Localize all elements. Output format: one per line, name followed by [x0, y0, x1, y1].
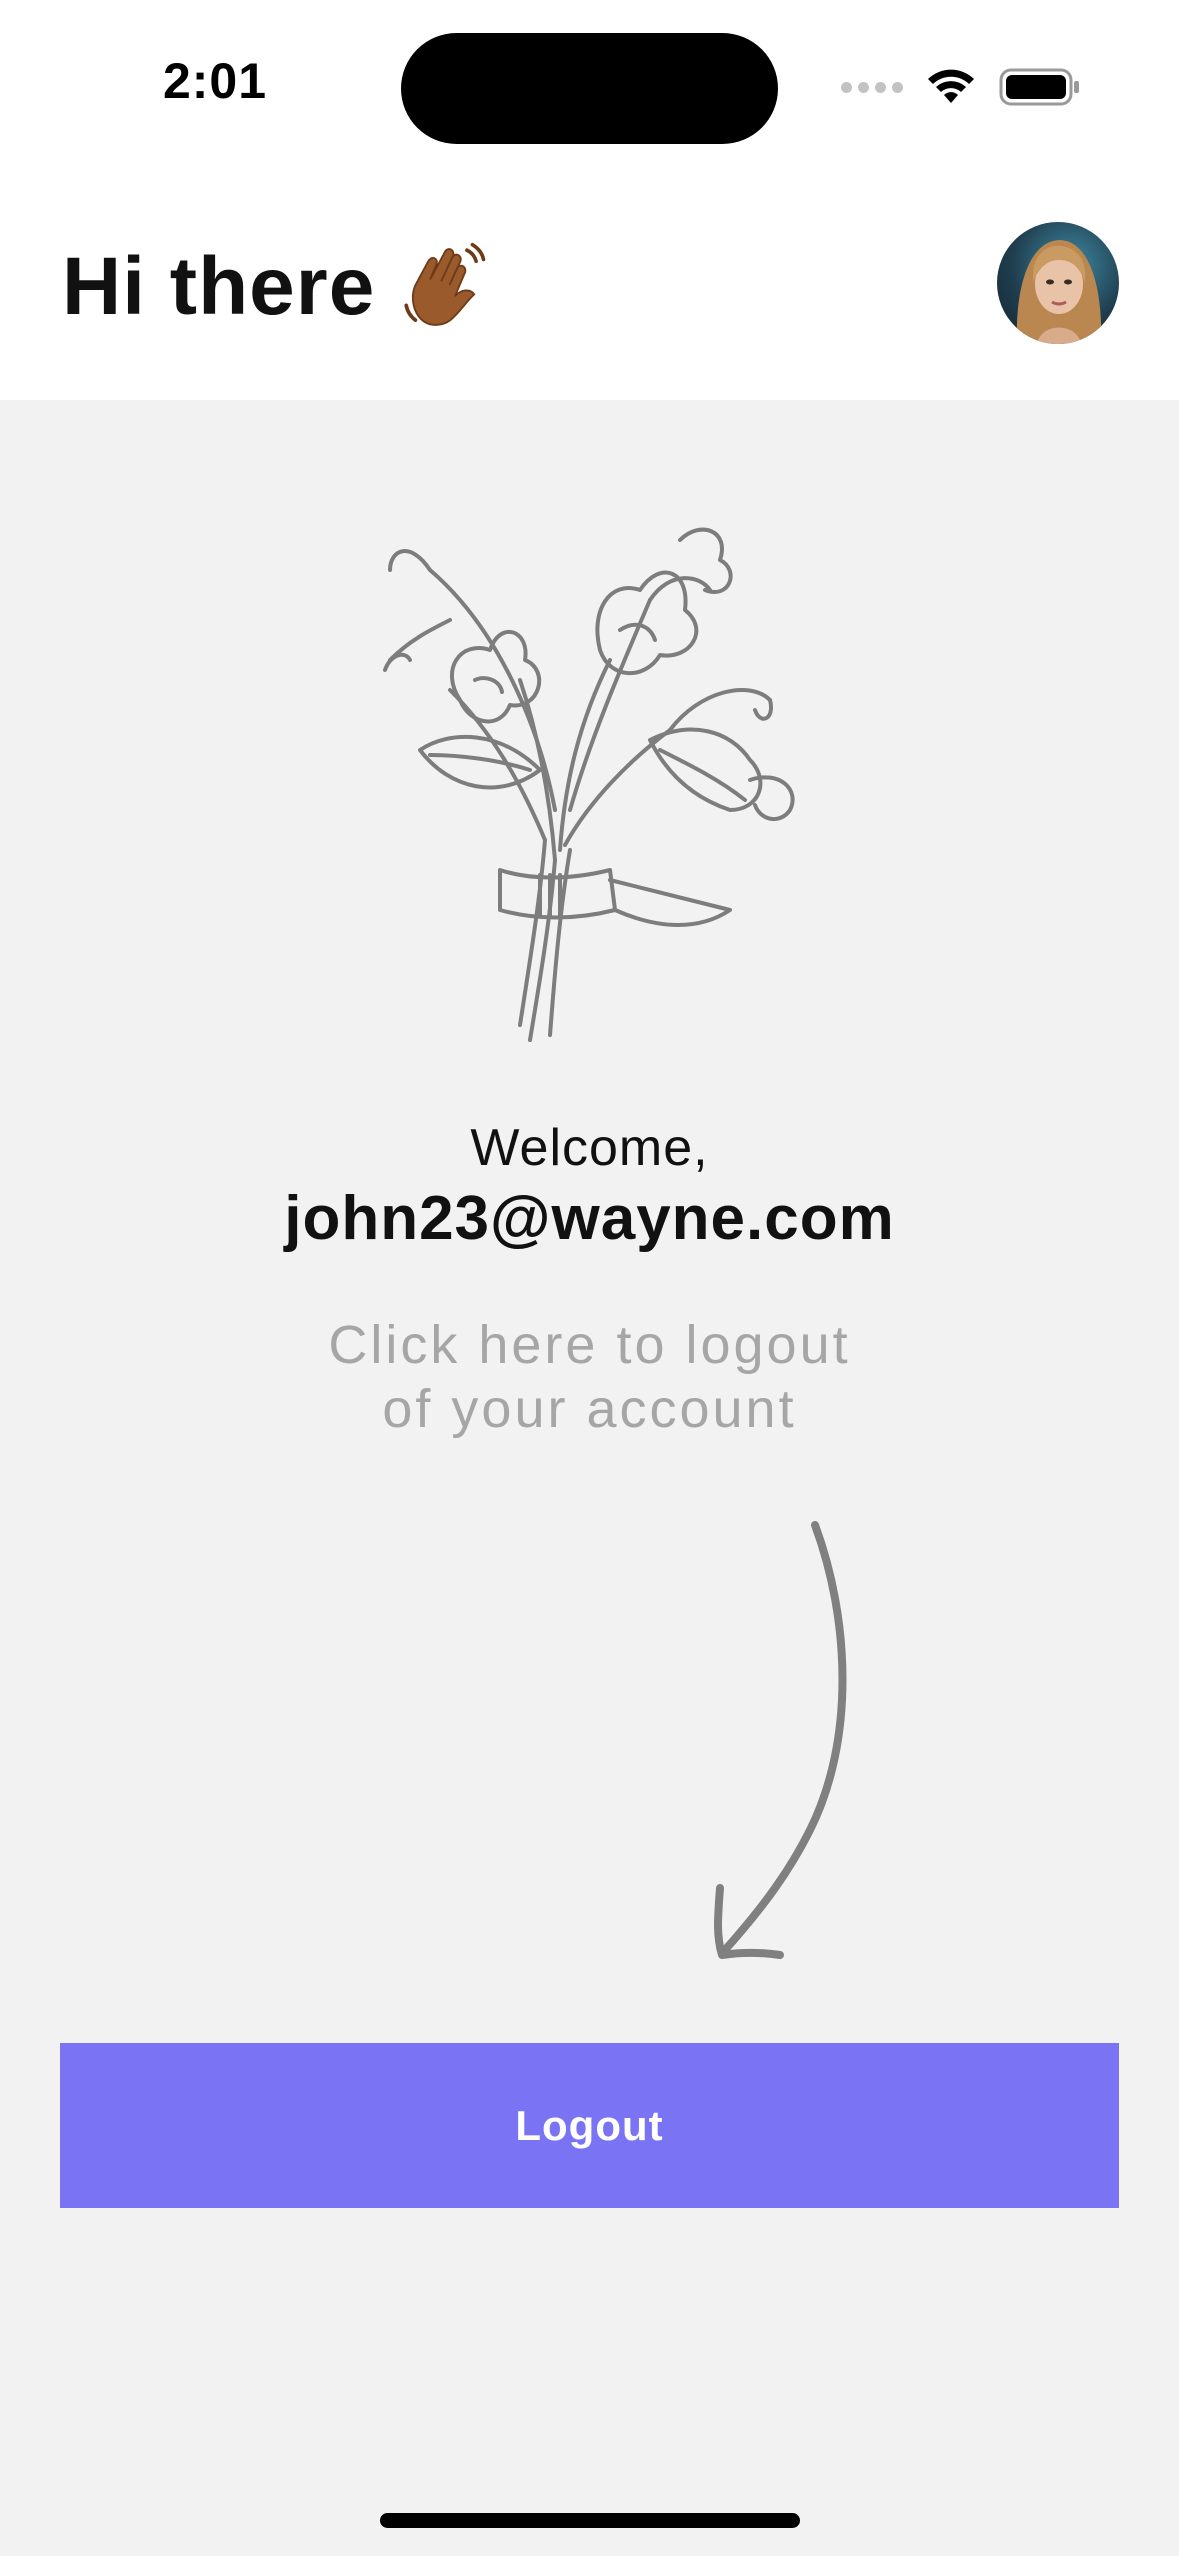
- avatar-image: [1016, 240, 1102, 344]
- dynamic-island: [401, 33, 778, 144]
- user-email: john23@wayne.com: [284, 1184, 895, 1253]
- battery-icon: [999, 68, 1079, 106]
- wave-emoji-icon: [404, 242, 486, 326]
- wifi-icon: [928, 69, 974, 103]
- welcome-label: Welcome,: [470, 1119, 709, 1177]
- greeting-text: Hi there: [62, 241, 376, 332]
- page-title: Hi there: [62, 232, 489, 342]
- avatar[interactable]: [997, 222, 1119, 344]
- logout-screen: 2:01 Hi there Welcome, john23@wayne.com …: [0, 0, 1179, 2556]
- top-area: 2:01 Hi there: [0, 0, 1179, 400]
- logout-hint-line2: of your account: [382, 1379, 797, 1439]
- logout-hint-line1: Click here to logout: [328, 1315, 851, 1375]
- logout-button[interactable]: Logout: [60, 2043, 1119, 2208]
- curved-arrow-icon: [714, 1521, 847, 1959]
- flower-bouquet-illustration: [383, 527, 795, 1042]
- status-time: 2:01: [162, 53, 268, 109]
- logout-hint: Click here to logout of your account: [0, 1313, 1179, 1441]
- signal-icon: [841, 81, 903, 93]
- status-icons: [841, 62, 1081, 112]
- home-indicator[interactable]: [380, 2513, 800, 2528]
